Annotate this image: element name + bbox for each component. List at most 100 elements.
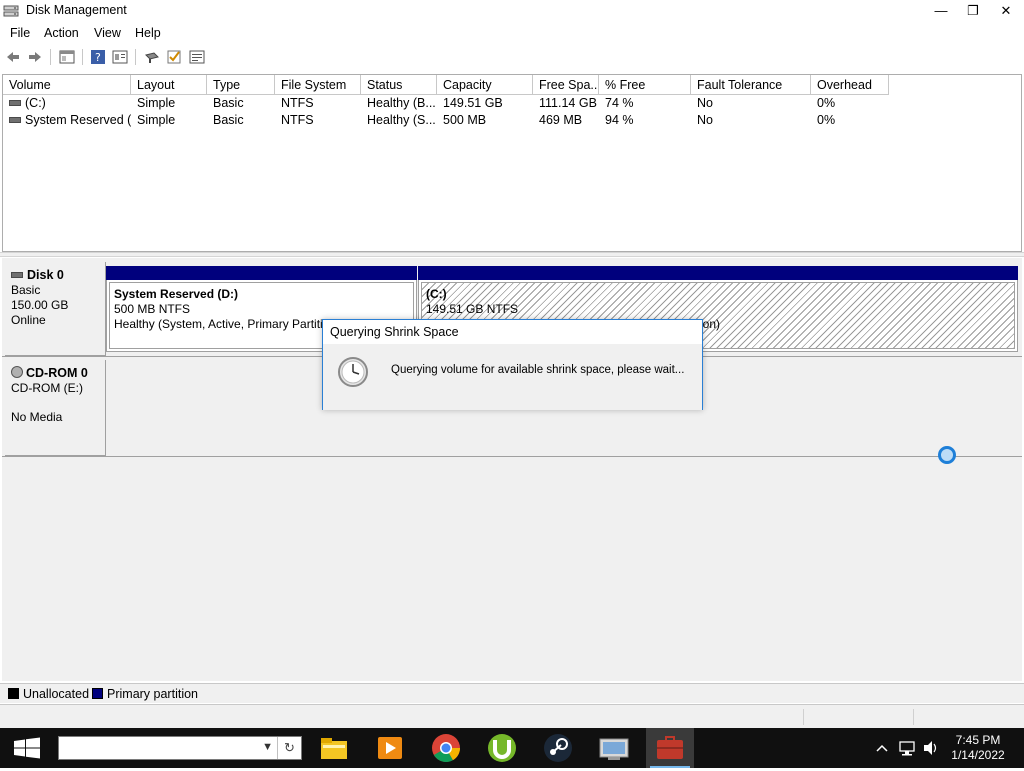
menu-bar: File Action View Help: [0, 22, 1024, 43]
cdrom-0-type: CD-ROM (E:): [11, 381, 83, 395]
volume-name: System Reserved (...: [25, 113, 131, 127]
taskbar-file-explorer[interactable]: [310, 728, 358, 768]
dialog-body: Querying volume for available shrink spa…: [323, 344, 702, 410]
cell-fault-tolerance: No: [697, 113, 713, 127]
column-header-file-system[interactable]: File System: [275, 75, 361, 95]
partition-name: System Reserved (D:): [114, 287, 239, 301]
cdrom-0-name: CD-ROM 0: [11, 366, 105, 380]
primary-partition-swatch: [92, 688, 103, 699]
taskbar: ▼ ↻ 7:45 PM 1/14/2022: [0, 728, 1024, 768]
taskbar-utorrent[interactable]: [478, 728, 526, 768]
row-divider: [2, 456, 1022, 457]
volume-icon[interactable]: [922, 728, 940, 768]
disk-0-state: Online: [11, 313, 46, 327]
taskbar-chrome[interactable]: [422, 728, 470, 768]
table-row[interactable]: System Reserved (... Simple Basic NTFS H…: [3, 112, 1021, 129]
drive-icon: [9, 116, 21, 123]
menu-view[interactable]: View: [94, 26, 121, 40]
windows-start-icon[interactable]: [0, 728, 54, 768]
taskbar-media-player[interactable]: [366, 728, 414, 768]
column-header-percent-free[interactable]: % Free: [599, 75, 691, 95]
console-tree-icon[interactable]: [59, 49, 75, 65]
legend-unallocated: Unallocated: [23, 687, 90, 701]
svg-text:?: ?: [95, 51, 101, 64]
settings-window-icon[interactable]: [189, 49, 205, 65]
column-header-capacity[interactable]: Capacity: [437, 75, 533, 95]
volume-list-header: Volume Layout Type File System Status Ca…: [3, 75, 1021, 95]
unallocated-swatch: [8, 688, 19, 699]
legend: Unallocated Primary partition: [0, 683, 1024, 703]
column-header-fault-tolerance[interactable]: Fault Tolerance: [691, 75, 811, 95]
disk-management-icon: [657, 736, 683, 759]
cell-file-system: NTFS: [281, 96, 314, 110]
taskbar-disk-management[interactable]: [646, 728, 694, 768]
toolbar-separator: [50, 49, 51, 65]
help-icon[interactable]: ?: [90, 49, 106, 65]
cell-file-system: NTFS: [281, 113, 314, 127]
network-icon[interactable]: [898, 728, 918, 768]
forward-arrow-icon[interactable]: [27, 49, 43, 65]
column-header-status[interactable]: Status: [361, 75, 437, 95]
column-header-layout[interactable]: Layout: [131, 75, 207, 95]
toolbar: ?: [0, 44, 1024, 70]
minimize-button[interactable]: —: [924, 0, 958, 22]
menu-file[interactable]: File: [10, 26, 30, 40]
querying-shrink-dialog[interactable]: Querying Shrink Space Querying volume fo…: [322, 319, 703, 410]
taskbar-steam[interactable]: [534, 728, 582, 768]
refresh-icon[interactable]: ↻: [277, 737, 301, 759]
cell-volume: (C:): [3, 95, 131, 112]
checklist-icon[interactable]: [166, 49, 182, 65]
status-pane: [913, 709, 914, 725]
taskbar-computer-management[interactable]: [590, 728, 638, 768]
cell-capacity: 149.51 GB: [443, 96, 503, 110]
cdrom-0-label[interactable]: CD-ROM 0 CD-ROM (E:) No Media: [5, 360, 106, 456]
column-header-volume[interactable]: Volume: [3, 75, 131, 95]
taskbar-clock[interactable]: 7:45 PM 1/14/2022: [940, 733, 1016, 763]
clock-date: 1/14/2022: [951, 748, 1005, 762]
table-row[interactable]: (C:) Simple Basic NTFS Healthy (B... 149…: [3, 95, 1021, 112]
window-title-bar[interactable]: Disk Management — ❐ ✕: [0, 0, 1024, 22]
cell-percent-free: 74 %: [605, 96, 634, 110]
cell-percent-free: 94 %: [605, 113, 634, 127]
pane-splitter[interactable]: [0, 252, 1024, 257]
cell-free-space: 111.14 GB: [539, 96, 597, 110]
disk-0-title: Disk 0: [27, 268, 64, 282]
menu-help[interactable]: Help: [135, 26, 161, 40]
dialog-title: Querying Shrink Space: [323, 320, 702, 344]
column-header-free-space[interactable]: Free Spa...: [533, 75, 599, 95]
drive-icon: [9, 99, 21, 106]
cell-type: Basic: [213, 113, 244, 127]
computer-management-icon: [599, 738, 629, 760]
cell-overhead: 0%: [817, 113, 836, 127]
show-hidden-icons-icon[interactable]: [874, 728, 890, 768]
menu-action[interactable]: Action: [44, 26, 79, 40]
properties-icon[interactable]: [112, 49, 128, 65]
disk-icon: [11, 271, 23, 278]
status-bar: [0, 704, 1024, 728]
toolbar-separator: [135, 49, 136, 65]
column-header-overhead[interactable]: Overhead: [811, 75, 889, 95]
restore-button[interactable]: ❐: [956, 0, 990, 22]
clock-time: 7:45 PM: [955, 733, 1001, 747]
partition-size: 500 MB NTFS: [114, 302, 191, 316]
partition-name: (C:): [426, 287, 447, 301]
primary-partition-bar: [106, 266, 417, 280]
rescan-disks-icon[interactable]: [144, 49, 160, 65]
cell-fault-tolerance: No: [697, 96, 713, 110]
taskbar-search-input[interactable]: ▼ ↻: [58, 736, 302, 760]
cell-layout: Simple: [137, 113, 176, 127]
cell-layout: Simple: [137, 96, 176, 110]
cell-status: Healthy (B...: [367, 96, 436, 110]
utorrent-icon: [488, 734, 516, 762]
cell-overhead: 0%: [817, 96, 836, 110]
disk-0-label[interactable]: Disk 0 Basic 150.00 GB Online: [5, 262, 106, 356]
busy-cursor-icon: [938, 446, 956, 464]
toolbar-separator: [82, 49, 83, 65]
column-header-type[interactable]: Type: [207, 75, 275, 95]
close-button[interactable]: ✕: [989, 0, 1023, 22]
disk-0-type: Basic: [11, 283, 41, 297]
disk-0-size: 150.00 GB: [11, 298, 69, 312]
chrome-icon: [432, 734, 460, 762]
chevron-down-icon[interactable]: ▼: [262, 741, 273, 753]
back-arrow-icon[interactable]: [5, 49, 21, 65]
